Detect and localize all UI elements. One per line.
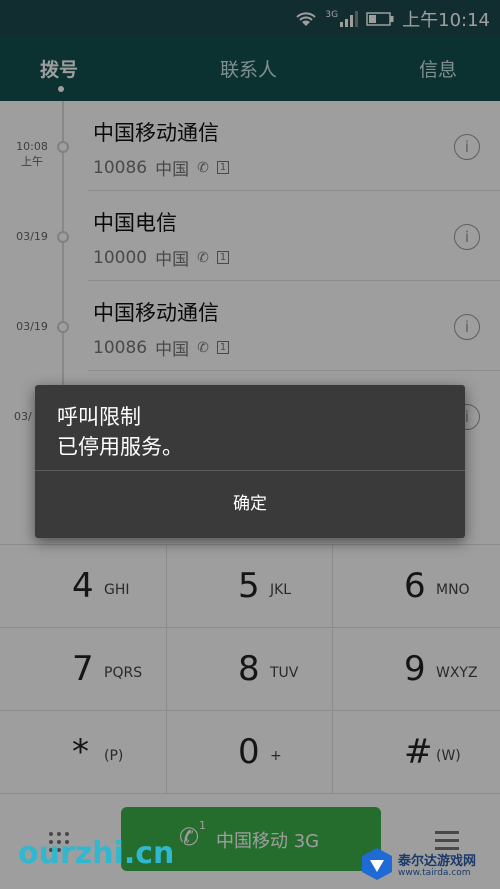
call-restriction-dialog: 呼叫限制 已停用服务。 确定: [35, 385, 465, 538]
site-logo: 泰尔达游戏网 www.tairda.com: [360, 846, 492, 886]
logo-url: www.tairda.com: [398, 868, 471, 878]
dialog-message: 已停用服务。: [57, 435, 183, 459]
dialog-title: 呼叫限制: [57, 405, 141, 429]
watermark-text: ourzhi.cn: [18, 836, 175, 871]
logo-mark-icon: [362, 848, 392, 880]
logo-name: 泰尔达游戏网: [398, 854, 477, 869]
ok-button[interactable]: 确定: [35, 471, 465, 538]
